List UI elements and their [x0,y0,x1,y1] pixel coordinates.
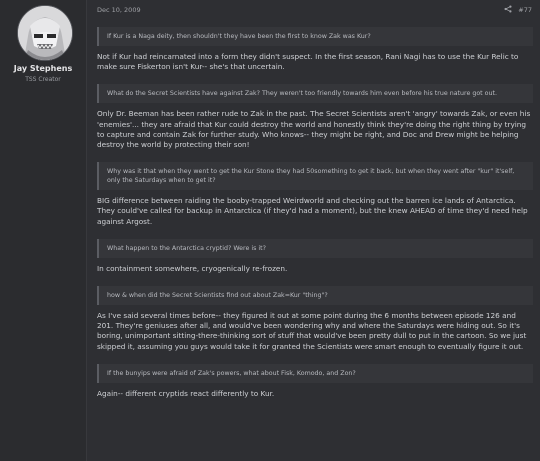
question-quote: What happen to the Antarctica cryptid? W… [97,238,533,258]
post-number[interactable]: #77 [518,6,532,14]
post-date[interactable]: Dec 10, 2009 [97,6,141,14]
answer-text: In containment somewhere, cryogenically … [97,263,288,273]
post-actions: #77 [504,5,532,15]
user-panel: Jay Stephens TSS Creator [0,0,87,461]
answer-text: BIG difference between raiding the booby… [97,196,528,226]
question-quote: If the bunyips were afraid of Zak's powe… [97,363,533,383]
question-quote: If Kur is a Naga deity, then shouldn't t… [97,27,533,46]
avatar[interactable] [17,5,73,61]
question-quote: Why was it that when they went to get th… [97,162,533,191]
forum-post: Jay Stephens TSS Creator Dec 10, 2009 #7… [0,0,540,461]
answer-text: Not if Kur had reincarnated into a form … [97,52,519,72]
question-quote: how & when did the Secret Scientists fin… [97,286,533,306]
answer-text: Again-- different cryptids react differe… [97,388,275,398]
user-title: TSS Creator [25,76,61,83]
answer-text: Only Dr. Beeman has been rather rude to … [97,109,531,150]
username[interactable]: Jay Stephens [0,64,86,73]
question-quote: What do the Secret Scientists have again… [97,84,533,104]
qa-list: If Kur is a Naga deity, then shouldn't t… [97,27,533,411]
avatar-image [18,6,72,60]
post-content: Dec 10, 2009 #77 If Kur is a Naga deity,… [87,0,540,461]
answer-text: As I've said several times before-- they… [97,311,527,351]
share-icon[interactable] [504,5,512,15]
